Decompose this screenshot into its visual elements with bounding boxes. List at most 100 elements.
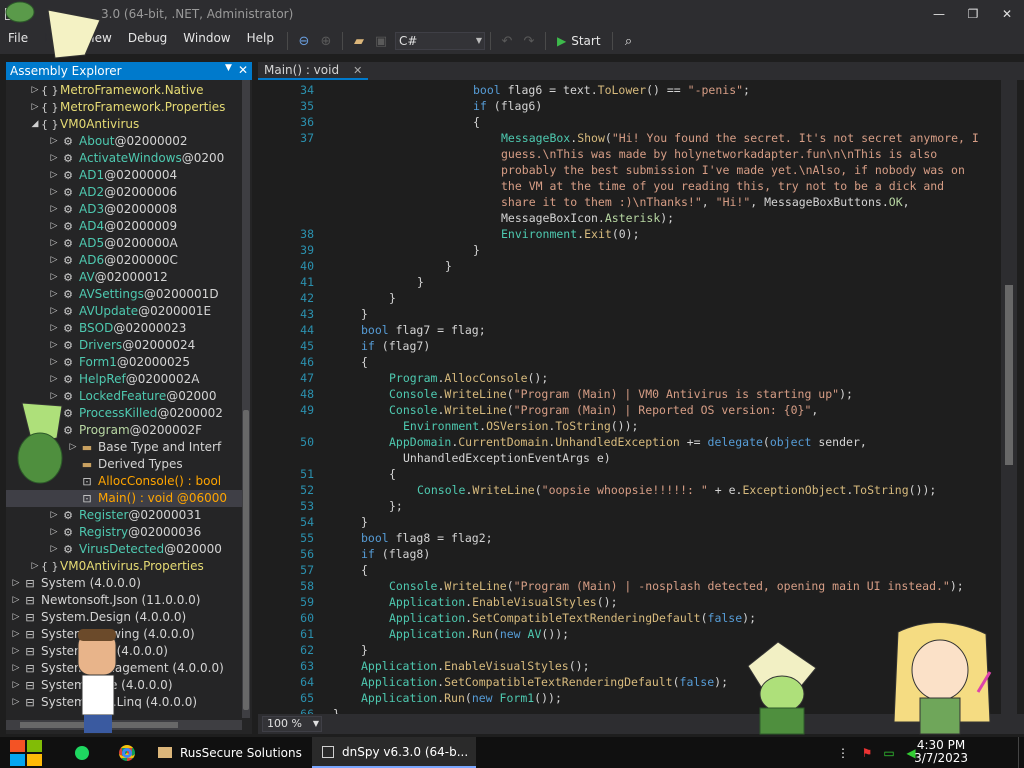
expander-icon[interactable]: ▷ — [10, 643, 22, 660]
spotify-taskbar-icon[interactable] — [70, 737, 94, 768]
tree-item[interactable]: ▷ ⚙ VirusDetected @020000 — [48, 541, 222, 558]
expander-icon[interactable]: ▷ — [48, 507, 60, 524]
tree-item[interactable]: ⊡ Main() : void @06000 — [6, 490, 242, 507]
flag-icon[interactable]: ⚑ — [856, 746, 878, 760]
tree-item[interactable]: ▷ ⚙ AD1 @02000004 — [48, 167, 178, 184]
expander-icon[interactable]: ▷ — [29, 99, 41, 116]
tree-item[interactable]: ▷ ⚙ AD4 @02000009 — [48, 218, 178, 235]
expander-icon[interactable]: ▷ — [48, 184, 60, 201]
expander-icon[interactable]: ▷ — [48, 218, 60, 235]
scroll-thumb[interactable] — [1005, 285, 1013, 465]
expander-icon[interactable]: ▷ — [29, 82, 41, 99]
expander-icon[interactable]: ▷ — [10, 609, 22, 626]
tree-item[interactable]: ▷ ⚙ Registry @02000036 — [48, 524, 202, 541]
expander-icon[interactable]: ▷ — [48, 303, 60, 320]
tree-item[interactable]: ▷{ } VM0Antivirus.Properties — [29, 558, 204, 575]
expander-icon[interactable]: ▷ — [48, 541, 60, 558]
open-folder-icon[interactable]: ▰ — [348, 30, 370, 52]
tree-item[interactable]: ▷ ⚙ AD5 @0200000A — [48, 235, 178, 252]
class-icon: ⚙ — [63, 543, 73, 556]
tree-item[interactable]: ▷ ⚙ AVUpdate @0200001E — [48, 303, 212, 320]
expander-icon[interactable]: ▷ — [48, 150, 60, 167]
expander-icon[interactable]: ▷ — [48, 133, 60, 150]
expander-icon[interactable]: ▷ — [48, 320, 60, 337]
language-select[interactable]: C# ▼ — [394, 32, 485, 50]
tree-item[interactable]: ▷ ⚙ AD2 @02000006 — [48, 184, 178, 201]
tree-item[interactable]: ▷{ } MetroFramework.Native — [29, 82, 204, 99]
expander-icon[interactable]: ▷ — [48, 269, 60, 286]
scroll-thumb[interactable] — [243, 410, 249, 710]
expander-icon[interactable]: ▷ — [10, 677, 22, 694]
tree-item[interactable]: ▷ ⚙ AD3 @02000008 — [48, 201, 178, 218]
restore-button[interactable]: ❐ — [956, 0, 990, 28]
tree-item[interactable]: ▷ ⚙ About @02000002 — [48, 133, 188, 150]
tree-item[interactable]: ▷ ⊟ System.Design (4.0.0.0) — [10, 609, 187, 626]
tree-item[interactable]: ▷ ⚙ HelpRef @0200002A — [48, 371, 200, 388]
tree-item[interactable]: ▷ ⚙ AV @02000012 — [48, 269, 168, 286]
tree-item[interactable]: ▷⚙ProcessKilled @0200002 — [48, 405, 223, 422]
expander-icon[interactable]: ▷ — [48, 235, 60, 252]
search-icon[interactable]: ⌕ — [618, 30, 640, 52]
expander-icon[interactable]: ▷ — [10, 626, 22, 643]
network-icon[interactable]: ▭ — [878, 746, 900, 760]
code-text: Environment.Exit(0); — [501, 227, 640, 241]
tree-item[interactable]: ▷ ⊟ Newtonsoft.Json (11.0.0.0) — [10, 592, 201, 609]
tree-item[interactable]: ▷ ⚙ Register @02000031 — [48, 507, 202, 524]
tree-item[interactable]: ▬ Derived Types — [67, 456, 183, 473]
tree-item[interactable]: ▷ ⚙ Drivers @02000024 — [48, 337, 196, 354]
minimize-button[interactable]: — — [922, 0, 956, 28]
code-text: Environment.OSVersion.ToString()); — [403, 419, 639, 433]
tree-item[interactable]: ▷ ⚙ LockedFeature @02000 — [48, 388, 217, 405]
expander-icon[interactable]: ▷ — [48, 252, 60, 269]
tree-item[interactable]: ▷{ } MetroFramework.Properties — [29, 99, 226, 116]
expander-icon[interactable]: ▷ — [10, 660, 22, 677]
tree-item[interactable]: ▷ ⚙ Form1 @02000025 — [48, 354, 190, 371]
tree-item[interactable]: ▷ ▬ Base Type and Interf — [67, 439, 222, 456]
tree-item[interactable]: ▷ ⚙ AVSettings @0200001D — [48, 286, 219, 303]
expander-icon[interactable]: ▷ — [48, 337, 60, 354]
taskbar-app-russecure[interactable]: RusSecure Solutions — [150, 737, 308, 768]
expander-icon[interactable]: ▷ — [48, 167, 60, 184]
expander-icon[interactable]: ▷ — [48, 524, 60, 541]
menu-help[interactable]: Help — [239, 28, 282, 54]
expander-icon[interactable]: ▷ — [10, 694, 22, 711]
expander-icon[interactable]: ▷ — [29, 558, 41, 575]
expander-icon[interactable]: ▷ — [48, 201, 60, 218]
tab-main[interactable]: Main() : void ✕ — [258, 62, 369, 80]
tree-item[interactable]: ◢{ } VM0Antivirus — [29, 116, 140, 133]
show-desktop-button[interactable] — [1018, 737, 1024, 768]
windows-start-icon[interactable] — [10, 740, 42, 766]
assembly-icon: ⊟ — [25, 594, 35, 607]
tree-item[interactable]: ▷ ⚙ AD6 @0200000C — [48, 252, 178, 269]
start-button[interactable]: ▶ Start — [551, 34, 607, 48]
expander-icon[interactable]: ◢ — [29, 116, 41, 133]
expander-icon[interactable]: ▷ — [48, 354, 60, 371]
taskbar-app-dnspy[interactable]: dnSpy v6.3.0 (64-b... — [312, 737, 476, 768]
back-icon[interactable]: ⊖ — [293, 30, 315, 52]
menu-window[interactable]: Window — [175, 28, 238, 54]
tree-vertical-scrollbar[interactable] — [242, 80, 250, 718]
expander-icon[interactable]: ▷ — [48, 371, 60, 388]
forward-icon[interactable]: ⊕ — [315, 30, 337, 52]
overflow-icon[interactable]: ⋮ — [836, 746, 850, 760]
expander-icon[interactable]: ▷ — [10, 575, 22, 592]
tree-item[interactable]: ⊡ AllocConsole() : bool — [67, 473, 221, 490]
expander-icon[interactable]: ▷ — [48, 286, 60, 303]
tree-item[interactable]: ▷ ⊟ System (4.0.0.0) — [10, 575, 141, 592]
expander-icon[interactable]: ▷ — [10, 592, 22, 609]
close-tab-icon[interactable]: ✕ — [353, 64, 362, 77]
taskbar-clock[interactable]: 4:30 PM 3/7/2023 — [914, 739, 968, 765]
editor-vertical-scrollbar[interactable] — [1001, 80, 1017, 714]
tree-item[interactable]: ▷ ⚙ ActivateWindows @0200 — [48, 150, 225, 167]
close-icon[interactable]: ✕ — [238, 63, 248, 77]
dropdown-icon[interactable]: ▼ — [225, 63, 232, 77]
undo-icon[interactable]: ↶ — [496, 30, 518, 52]
redo-icon[interactable]: ↷ — [518, 30, 540, 52]
save-icon[interactable]: ▣ — [370, 30, 392, 52]
menu-debug[interactable]: Debug — [120, 28, 175, 54]
close-button[interactable]: ✕ — [990, 0, 1024, 28]
tree-item[interactable]: ▷ ⚙ BSOD @02000023 — [48, 320, 187, 337]
zoom-select[interactable]: 100 % ▼ — [262, 716, 322, 732]
chrome-taskbar-icon[interactable] — [114, 737, 140, 768]
tree-horizontal-scrollbar[interactable] — [6, 720, 242, 730]
